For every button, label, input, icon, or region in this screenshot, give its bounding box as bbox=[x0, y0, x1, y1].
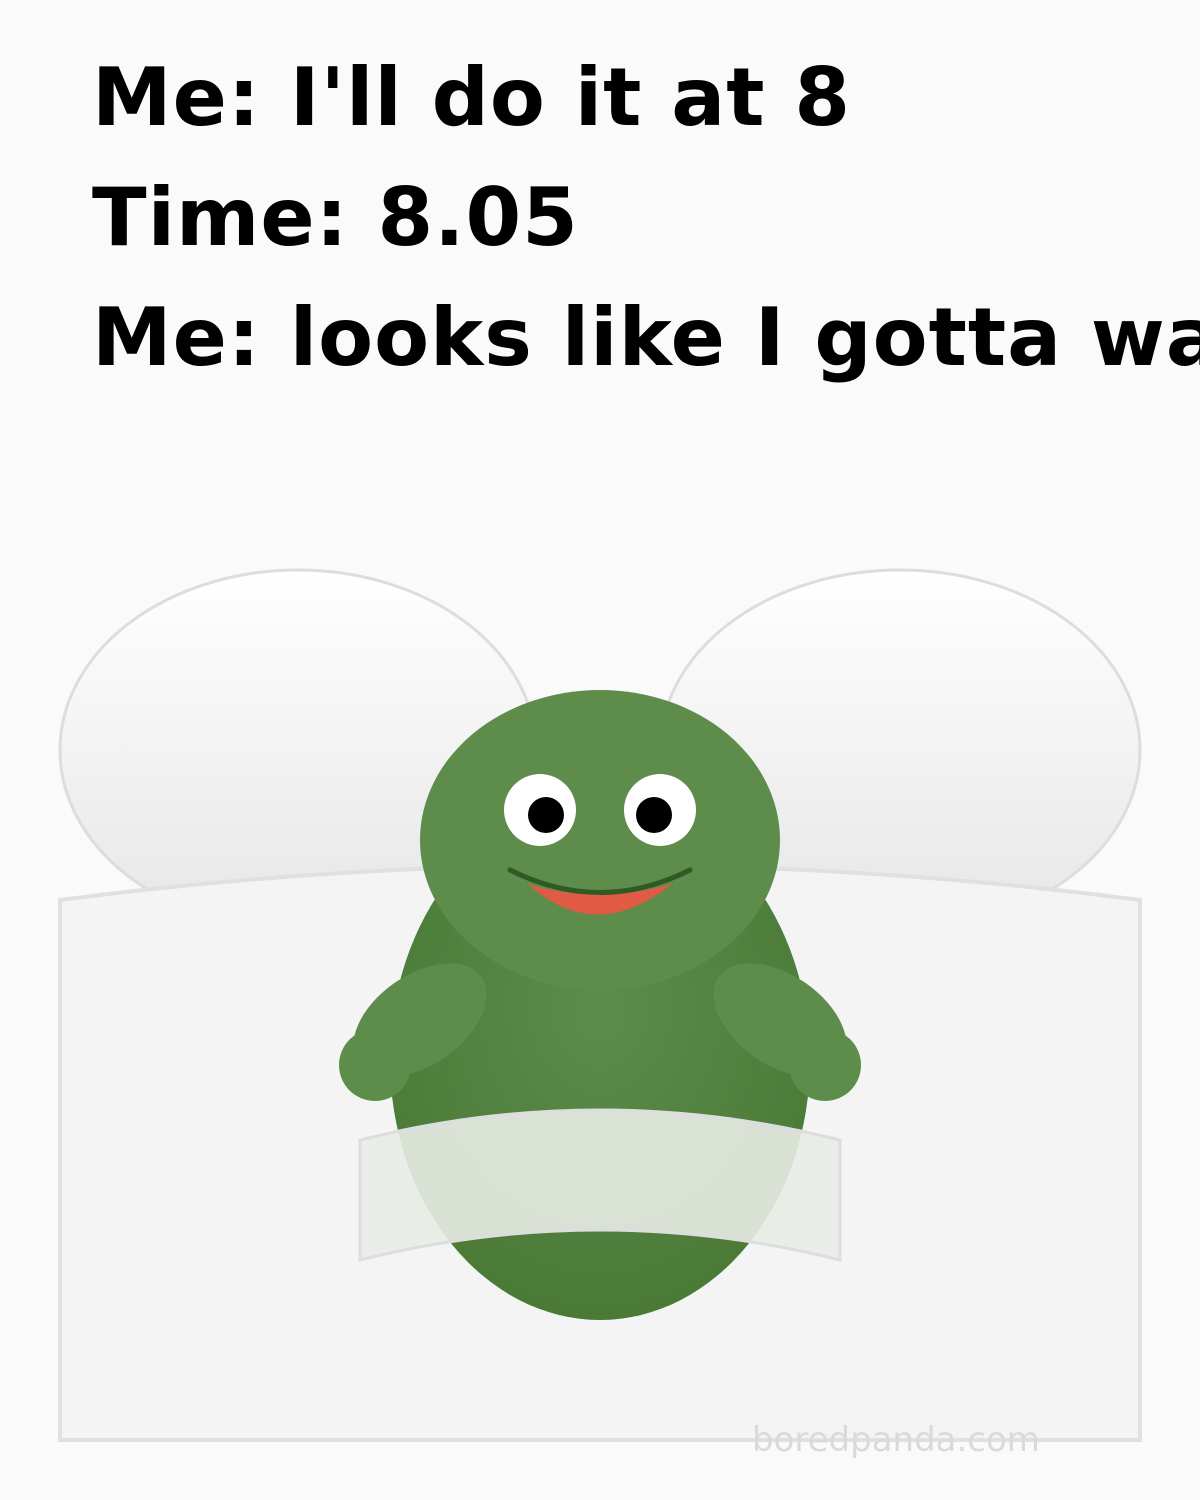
right-pupil bbox=[636, 797, 672, 833]
left-pupil bbox=[528, 797, 564, 833]
frog-in-bed-illustration bbox=[58, 568, 1142, 1442]
frog-head bbox=[420, 690, 780, 990]
meme-page: Me: I'll do it at 8 Time: 8.05 Me: looks… bbox=[0, 0, 1200, 1500]
watermark: boredpanda.com bbox=[752, 1420, 1040, 1460]
